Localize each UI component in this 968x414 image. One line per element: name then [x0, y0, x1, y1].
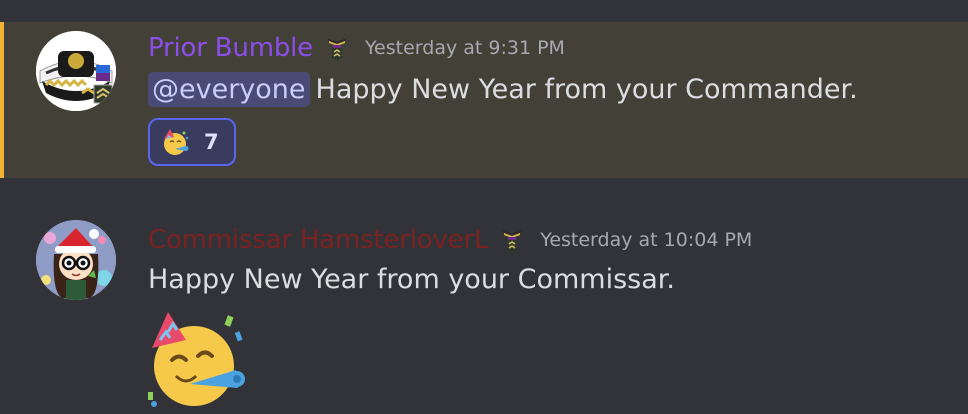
naval-cap-icon — [36, 31, 116, 111]
message-text: Happy New Year from your Commissar. — [148, 264, 675, 295]
timestamp[interactable]: Yesterday at 10:04 PM — [540, 229, 752, 251]
partying-face-icon — [148, 312, 245, 407]
message-header: Prior Bumble Yesterday at 9:31 PM — [148, 32, 565, 64]
timestamp[interactable]: Yesterday at 9:31 PM — [365, 37, 565, 59]
message-commissar[interactable]: Commissar HamsterloverL Yesterday at 10:… — [0, 178, 968, 414]
message-prior-bumble[interactable]: Prior Bumble Yesterday at 9:31 PM @every… — [0, 22, 968, 178]
username[interactable]: Commissar HamsterloverL — [148, 225, 488, 255]
avatar[interactable] — [36, 31, 116, 111]
message-content: @everyone Happy New Year from your Comman… — [148, 72, 858, 107]
username[interactable]: Prior Bumble — [148, 33, 313, 63]
avatar[interactable] — [36, 220, 116, 300]
reaction-count: 7 — [204, 130, 219, 154]
rank-badge-icon[interactable] — [498, 226, 526, 254]
message-header: Commissar HamsterloverL Yesterday at 10:… — [148, 224, 752, 256]
mention-highlight-bar — [0, 22, 4, 178]
reaction-button[interactable]: 7 — [148, 118, 236, 166]
character-avatar-icon — [36, 220, 116, 300]
mention-everyone[interactable]: @everyone — [148, 72, 310, 107]
partying-face-icon — [164, 129, 189, 155]
message-text: Happy New Year from your Commander. — [315, 74, 858, 105]
rank-badge-icon[interactable] — [323, 34, 351, 62]
